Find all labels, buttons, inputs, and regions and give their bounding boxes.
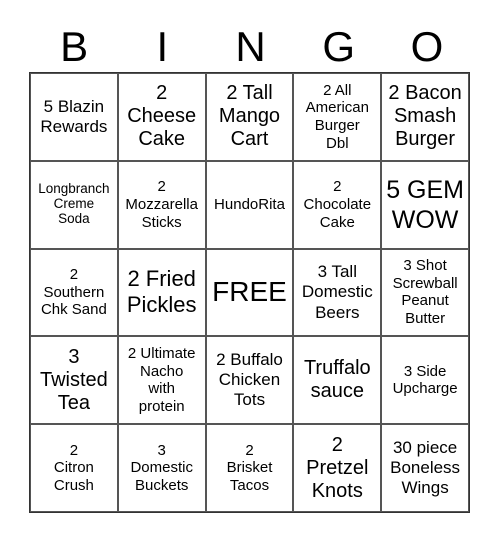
bingo-cell[interactable]: 2 Fried Pickles xyxy=(117,248,206,337)
bingo-cell[interactable]: 2 Brisket Tacos xyxy=(205,424,294,512)
bingo-cell[interactable]: HundoRita xyxy=(205,160,294,249)
header-letter-n: N xyxy=(235,23,266,70)
bingo-cell[interactable]: 3 Domestic Buckets xyxy=(117,424,206,512)
bingo-cell[interactable]: 2 Buffalo Chicken Tots xyxy=(205,336,294,425)
bingo-cell[interactable]: 2 Chocolate Cake xyxy=(293,160,382,249)
bingo-card-grid: 5 Blazin Rewards 2 Cheese Cake 2 Tall Mang… xyxy=(29,72,470,513)
header-letter-o: O xyxy=(410,23,444,70)
bingo-cell[interactable]: 3 Twisted Tea xyxy=(30,336,118,425)
bingo-cell[interactable]: 2 Tall Mango Cart xyxy=(205,73,294,161)
bingo-cell[interactable]: Truffalo sauce xyxy=(293,336,382,425)
bingo-header: B I N G O xyxy=(30,22,471,72)
bingo-cell[interactable]: 2 Citron Crush xyxy=(30,424,118,512)
header-letter-i: I xyxy=(156,23,169,70)
bingo-cell[interactable]: 2 Pretzel Knots xyxy=(293,424,382,512)
bingo-cell[interactable]: 2 Mozzarella Sticks xyxy=(117,160,206,249)
free-space-cell[interactable]: FREE xyxy=(205,248,294,337)
header-letter-b: B xyxy=(60,23,89,70)
bingo-cell[interactable]: 3 Tall Domestic Beers xyxy=(293,248,382,337)
bingo-cell[interactable]: 3 Shot Screwball Peanut Butter xyxy=(381,248,469,337)
bingo-cell[interactable]: 2 Southern Chk Sand xyxy=(30,248,118,337)
bingo-cell[interactable]: 5 GEM WOW xyxy=(381,160,469,249)
bingo-cell[interactable]: Longbranch Creme Soda xyxy=(30,160,118,249)
bingo-cell[interactable]: 2 Cheese Cake xyxy=(117,73,206,161)
bingo-cell[interactable]: 30 piece Boneless Wings xyxy=(381,424,469,512)
header-letter-g: G xyxy=(322,23,356,70)
bingo-cell[interactable]: 5 Blazin Rewards xyxy=(30,73,118,161)
bingo-cell[interactable]: 2 All American Burger Dbl xyxy=(293,73,382,161)
bingo-cell[interactable]: 3 Side Upcharge xyxy=(381,336,469,425)
bingo-cell[interactable]: 2 Ultimate Nacho with protein xyxy=(117,336,206,425)
bingo-cell[interactable]: 2 Bacon Smash Burger xyxy=(381,73,469,161)
